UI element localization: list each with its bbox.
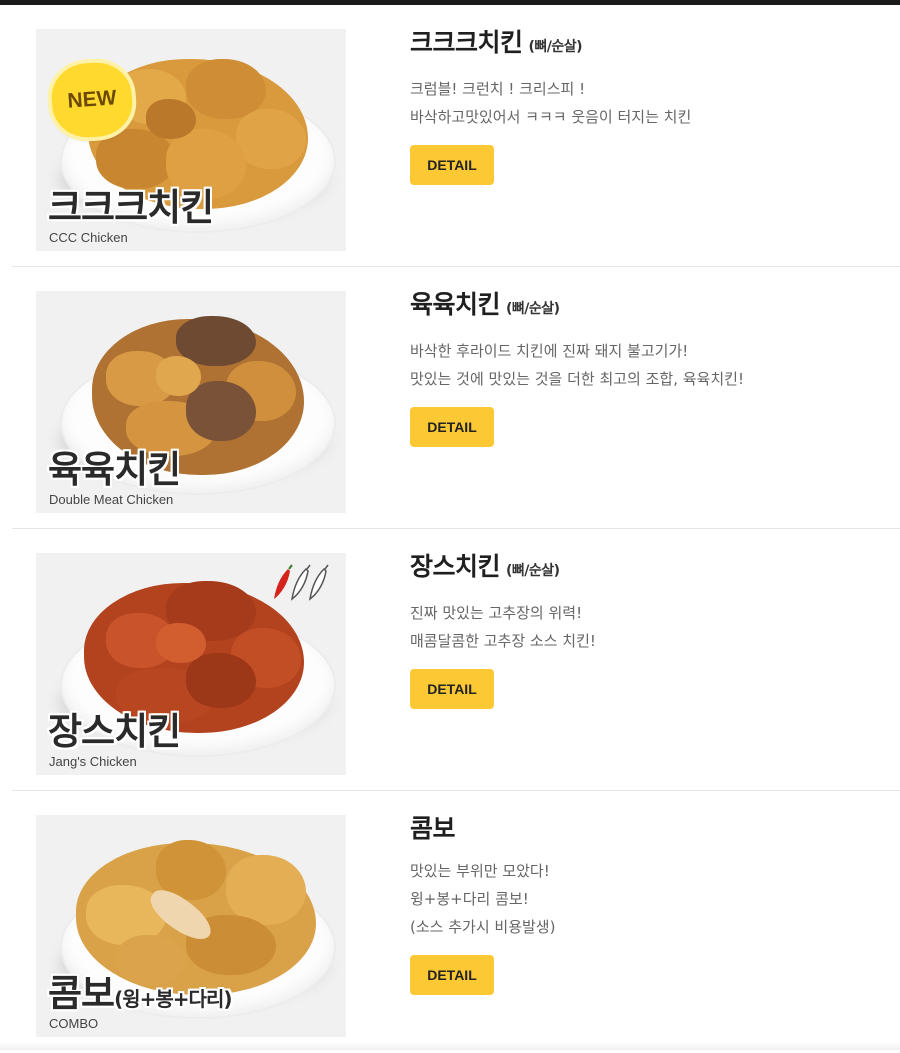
menu-description: 맛있는 부위만 모았다! 윙+봉+다리 콤보! (소스 추가시 비용발생) (410, 857, 880, 941)
menu-title[interactable]: 장스치킨 (뼈/순살) (410, 551, 880, 587)
photo-name-en: CCC Chicken (49, 230, 128, 245)
description-line: 진짜 맛있는 고추장의 위력! (410, 604, 583, 622)
description-line: 맛있는 부위만 모았다! (410, 862, 550, 880)
menu-info: 크크크치킨 (뼈/순살) 크럼블! 크런치 ! 크리스피 ! 바삭하고맛있어서 ㅋ… (410, 27, 880, 185)
food-chunk (236, 109, 306, 169)
photo-name-en: COMBO (49, 1016, 99, 1031)
photo-name-main: 콤보 (48, 972, 115, 1015)
menu-photo[interactable]: NEW 크크크치킨 CCC Chicken (36, 29, 346, 251)
menu-title-text: 육육치킨 (410, 290, 501, 319)
menu-info: 콤보 맛있는 부위만 모았다! 윙+봉+다리 콤보! (소스 추가시 비용발생)… (410, 813, 880, 995)
food-chunk (156, 623, 206, 663)
menu-title[interactable]: 육육치킨 (뼈/순살) (410, 289, 880, 325)
menu-title-text: 장스치킨 (410, 552, 501, 581)
description-line: 크럼블! 크런치 ! 크리스피 ! (410, 80, 586, 98)
food-chunk (156, 356, 201, 396)
description-line: 매콤달콤한 고추장 소스 치킨! (410, 632, 596, 650)
menu-title[interactable]: 크크크치킨 (뼈/순살) (410, 27, 880, 63)
menu-item-combo: 콤보(윙+봉+다리) COMBO 콤보 맛있는 부위만 모았다! 윙+봉+다리 … (0, 791, 900, 1053)
food-chunk (186, 381, 256, 441)
menu-item-ccc-chicken: NEW 크크크치킨 CCC Chicken 크크크치킨 (뼈/순살) 크럼블! 크… (0, 5, 900, 267)
menu-title-text: 콤보 (410, 814, 456, 843)
type-note: (뼈/순살) (506, 563, 560, 579)
menu-title[interactable]: 콤보 (410, 813, 880, 845)
menu-item-jangs-chicken: 장스치킨 Jang's Chicken 장스치킨 (뼈/순살) 진짜 맛있는 고추… (0, 529, 900, 791)
photo-name-en: Double Meat Chicken (49, 492, 174, 507)
photo-name-ko: 육육치킨 (48, 448, 181, 491)
food-chunk (186, 653, 256, 708)
photo-name-ko: 콤보(윙+봉+다리) (48, 963, 233, 1017)
menu-description: 바삭한 후라이드 치킨에 진짜 돼지 불고기가! 맛있는 것에 맛있는 것을 더… (410, 337, 880, 393)
description-line: 바삭한 후라이드 치킨에 진짜 돼지 불고기가! (410, 342, 689, 360)
bottom-edge (0, 1042, 900, 1050)
food-chunk (146, 99, 196, 139)
menu-item-double-meat-chicken: 육육치킨 Double Meat Chicken 육육치킨 (뼈/순살) 바삭한 … (0, 267, 900, 529)
photo-name-sub: (윙+봉+다리) (114, 987, 232, 1011)
menu-list: NEW 크크크치킨 CCC Chicken 크크크치킨 (뼈/순살) 크럼블! 크… (0, 5, 900, 1053)
detail-button[interactable]: DETAIL (410, 669, 494, 709)
detail-button[interactable]: DETAIL (410, 407, 494, 447)
photo-name-en: Jang's Chicken (49, 754, 137, 769)
menu-info: 장스치킨 (뼈/순살) 진짜 맛있는 고추장의 위력! 매콤달콤한 고추장 소스 … (410, 551, 880, 709)
menu-info: 육육치킨 (뼈/순살) 바삭한 후라이드 치킨에 진짜 돼지 불고기가! 맛있는 … (410, 289, 880, 447)
description-line: 바삭하고맛있어서 ㅋㅋㅋ 웃음이 터지는 치킨 (410, 108, 692, 126)
description-line: (소스 추가시 비용발생) (410, 918, 556, 936)
detail-button[interactable]: DETAIL (410, 955, 494, 995)
menu-photo[interactable]: 장스치킨 Jang's Chicken (36, 553, 346, 775)
type-note: (뼈/순살) (528, 39, 583, 55)
menu-description: 진짜 맛있는 고추장의 위력! 매콤달콤한 고추장 소스 치킨! (410, 599, 880, 655)
menu-photo[interactable]: 콤보(윙+봉+다리) COMBO (36, 815, 346, 1037)
food-chunk (226, 855, 306, 925)
three-chili-peppers-icon (274, 564, 329, 601)
menu-photo[interactable]: 육육치킨 Double Meat Chicken (36, 291, 346, 513)
photo-name-ko: 장스치킨 (48, 710, 181, 753)
photo-name-ko: 크크크치킨 (48, 186, 214, 229)
menu-title-text: 크크크치킨 (410, 28, 523, 57)
description-line: 맛있는 것에 맛있는 것을 더한 최고의 조합, 육육치킨! (410, 370, 744, 388)
description-line: 윙+봉+다리 콤보! (410, 890, 529, 908)
menu-description: 크럼블! 크런치 ! 크리스피 ! 바삭하고맛있어서 ㅋㅋㅋ 웃음이 터지는 치… (410, 75, 880, 131)
detail-button[interactable]: DETAIL (410, 145, 494, 185)
type-note: (뼈/순살) (506, 301, 560, 317)
